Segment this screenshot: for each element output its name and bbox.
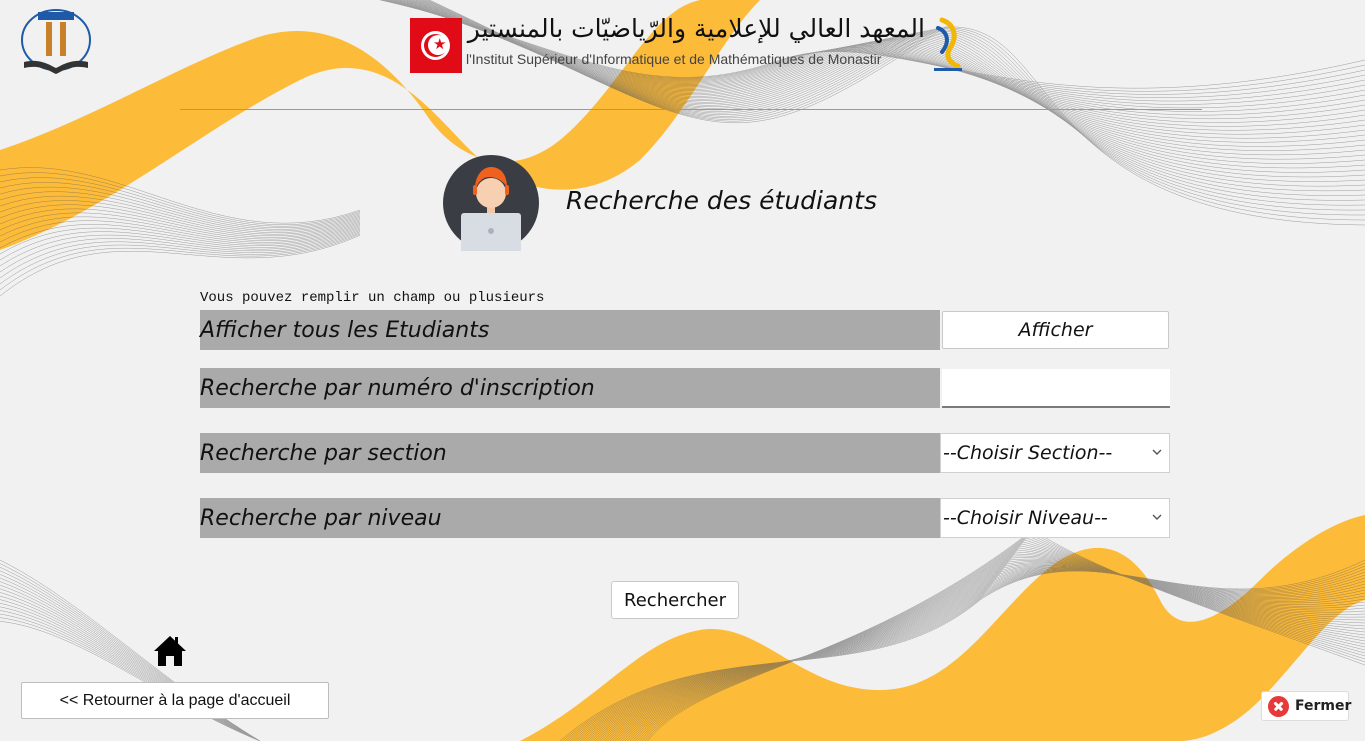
page-title: Recherche des étudiants (566, 186, 877, 215)
student-avatar-icon (443, 155, 539, 251)
niveau-select-value: --Choisir Niveau-- (943, 507, 1108, 529)
ism-logo (21, 9, 91, 74)
section-select-value: --Choisir Section-- (943, 442, 1113, 464)
niveau-label: Recherche par niveau (200, 498, 940, 538)
chevron-down-icon (1152, 449, 1162, 455)
close-button[interactable]: Fermer (1261, 691, 1352, 721)
close-icon (1268, 695, 1289, 717)
show-all-label: Afficher tous les Etudiants (200, 310, 940, 350)
header-divider (180, 109, 1202, 110)
institute-name-french: l'Institut Supérieur d'Informatique et d… (466, 51, 882, 67)
home-button[interactable]: << Retourner à la page d'accueil (21, 682, 329, 719)
university-logo (934, 17, 962, 71)
section-select[interactable]: --Choisir Section-- (940, 433, 1170, 473)
chevron-down-icon (1152, 514, 1162, 520)
tunisia-flag-icon: ★ (410, 18, 462, 73)
home-icon[interactable] (152, 634, 188, 668)
niveau-select[interactable]: --Choisir Niveau-- (940, 498, 1170, 538)
institute-name-arabic: المعهد العالي للإعلامية والرّياضيّات بال… (467, 14, 925, 43)
close-button-label: Fermer (1295, 698, 1352, 714)
inscription-number-input[interactable] (942, 369, 1170, 408)
show-all-button[interactable]: Afficher (942, 311, 1169, 349)
search-button[interactable]: Rechercher (611, 581, 739, 619)
form-hint: Vous pouvez remplir un champ ou plusieur… (200, 290, 545, 306)
inscription-label: Recherche par numéro d'inscription (200, 368, 940, 408)
section-label: Recherche par section (200, 433, 940, 473)
